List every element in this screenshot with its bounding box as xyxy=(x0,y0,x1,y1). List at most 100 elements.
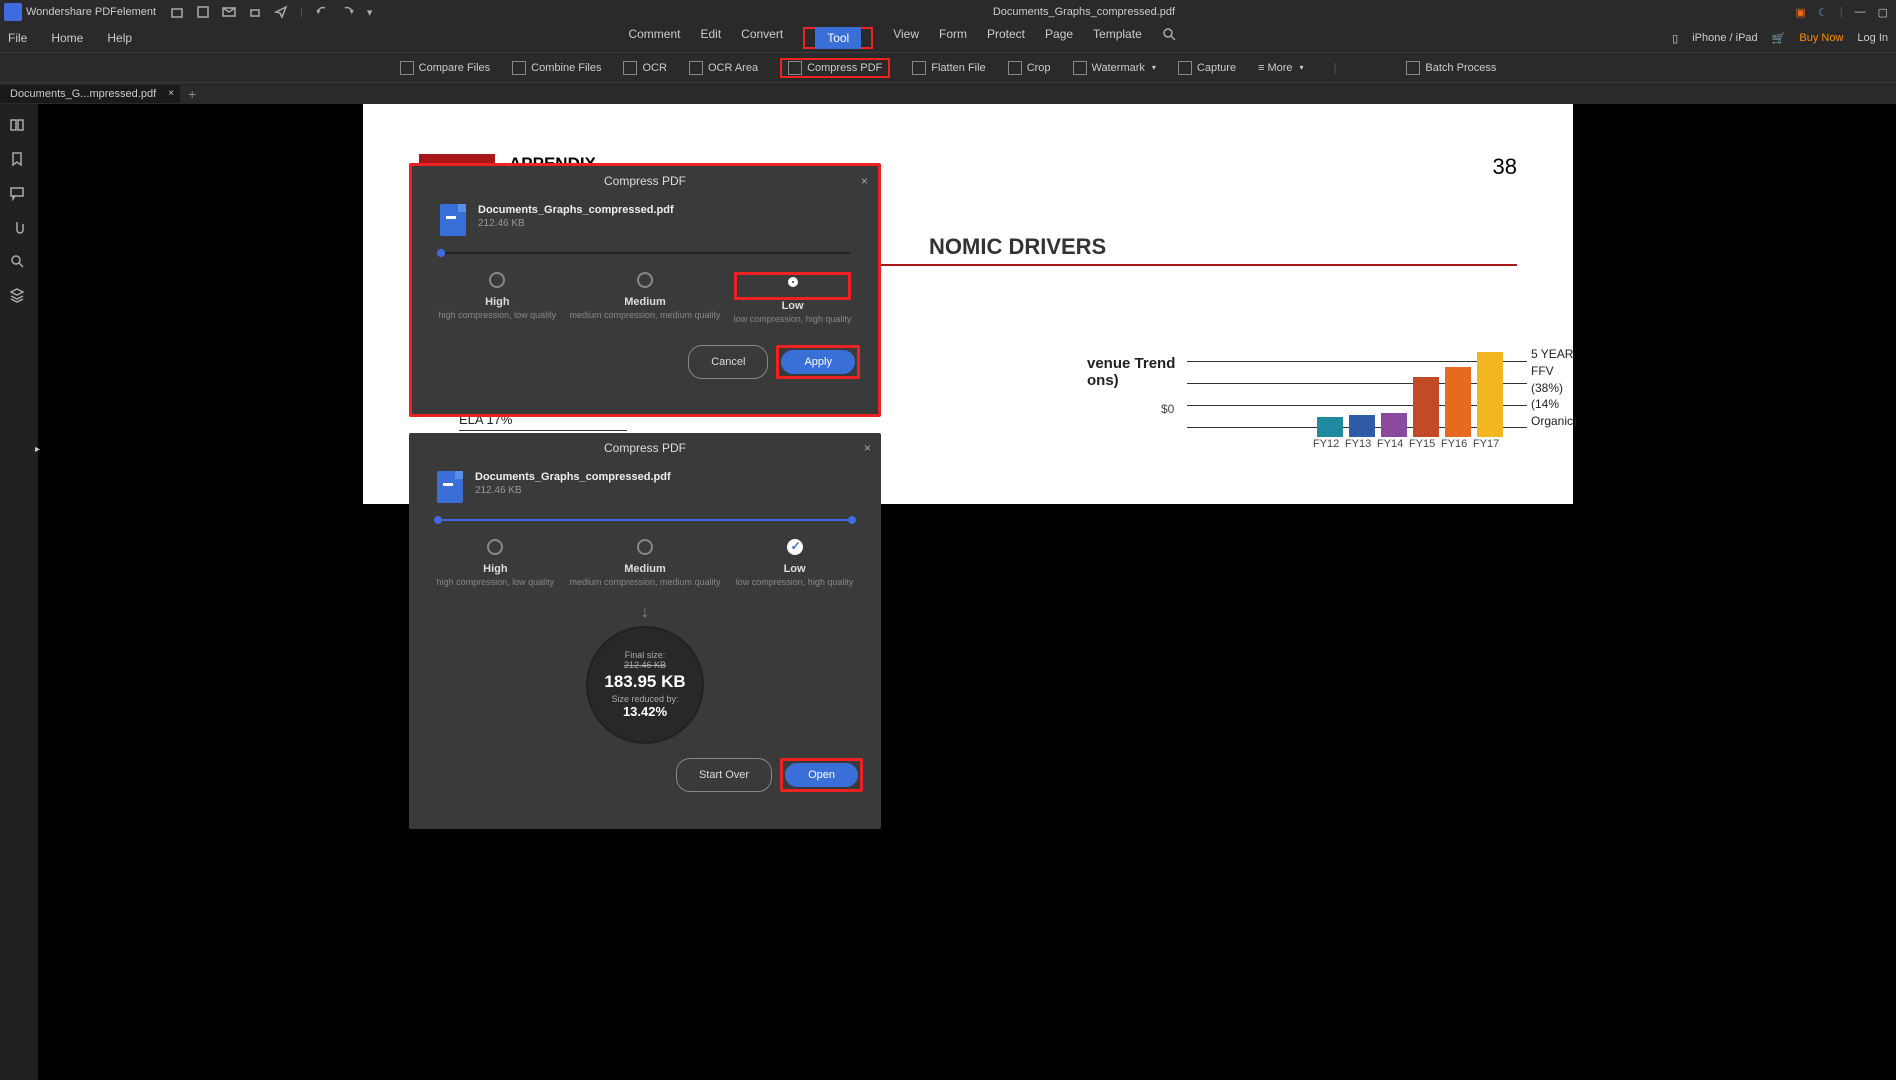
y-axis-zero: $0 xyxy=(1161,402,1174,416)
option-high[interactable]: High high compression, low quality xyxy=(437,539,555,588)
radio-icon[interactable] xyxy=(489,272,505,288)
workspace: ▸ 38 LDS APPENDIX SEGMENT OVERVI OVERVIE… xyxy=(0,104,1896,1080)
progress-bar xyxy=(437,519,853,521)
bookmark-icon[interactable] xyxy=(10,152,28,170)
menu-view[interactable]: View xyxy=(893,27,919,49)
result-circle: Final size: 212.46 KB 183.95 KB Size red… xyxy=(586,626,704,744)
menu-edit[interactable]: Edit xyxy=(700,27,721,49)
option-high[interactable]: High high compression, low quality xyxy=(439,272,557,325)
menu-form[interactable]: Form xyxy=(939,27,967,49)
chart-bars xyxy=(1317,352,1503,437)
new-tab-button[interactable]: + xyxy=(188,86,196,102)
tool-ocr[interactable]: OCR xyxy=(623,61,666,75)
dialog-filesize: 212.46 KB xyxy=(475,485,671,496)
device-label[interactable]: iPhone / iPad xyxy=(1692,32,1757,44)
redo-icon[interactable] xyxy=(341,5,355,19)
menu-convert[interactable]: Convert xyxy=(741,27,783,49)
close-icon[interactable]: × xyxy=(861,174,868,188)
radio-icon[interactable] xyxy=(487,539,503,555)
dialog-filename: Documents_Graphs_compressed.pdf xyxy=(475,471,671,483)
device-icon[interactable]: ▯ xyxy=(1672,32,1678,45)
tool-more[interactable]: ≡More▾ xyxy=(1258,62,1304,74)
option-low[interactable]: Low low compression, high quality xyxy=(736,539,854,588)
folder-icon[interactable] xyxy=(170,5,184,19)
compress-dialog-after: Compress PDF × Documents_Graphs_compress… xyxy=(409,433,881,829)
search-icon[interactable] xyxy=(1162,27,1176,41)
tool-ocr-area[interactable]: OCR Area xyxy=(689,61,758,75)
cancel-button[interactable]: Cancel xyxy=(688,345,768,379)
dialog-filename: Documents_Graphs_compressed.pdf xyxy=(478,204,674,216)
maximize-icon[interactable]: ▢ xyxy=(1878,6,1888,19)
menu-template[interactable]: Template xyxy=(1093,27,1142,49)
print-icon[interactable] xyxy=(248,5,262,19)
option-medium[interactable]: Medium medium compression, medium qualit… xyxy=(569,539,720,588)
send-icon[interactable] xyxy=(274,5,288,19)
close-icon[interactable]: × xyxy=(864,441,871,455)
menu-help[interactable]: Help xyxy=(107,31,132,45)
menu-page[interactable]: Page xyxy=(1045,27,1073,49)
menu-file[interactable]: File xyxy=(8,31,27,45)
chart-x-label: FY12 xyxy=(1313,438,1339,450)
document-area[interactable]: 38 LDS APPENDIX SEGMENT OVERVI OVERVIEW … xyxy=(40,104,1896,1080)
moon-icon[interactable]: ☾ xyxy=(1818,6,1828,19)
compress-dialog-before: Compress PDF × Documents_Graphs_compress… xyxy=(409,163,881,417)
tool-compress-pdf[interactable]: Compress PDF xyxy=(788,61,882,75)
chart-bar xyxy=(1317,417,1343,437)
buy-now-link[interactable]: Buy Now xyxy=(1799,32,1843,44)
close-tab-icon[interactable]: × xyxy=(168,88,174,99)
menu-protect[interactable]: Protect xyxy=(987,27,1025,49)
tool-watermark[interactable]: Watermark▾ xyxy=(1073,61,1156,75)
radio-checked-icon[interactable] xyxy=(787,539,803,555)
document-tab[interactable]: Documents_G...mpressed.pdf × xyxy=(0,85,180,103)
app-logo-icon xyxy=(4,3,22,21)
tool-compare-files[interactable]: Compare Files xyxy=(400,61,491,75)
option-low[interactable]: Low low compression, high quality xyxy=(734,272,852,325)
chart-bar xyxy=(1381,413,1407,437)
radio-icon[interactable] xyxy=(637,272,653,288)
window-title: Documents_Graphs_compressed.pdf xyxy=(372,6,1795,18)
tool-combine-files[interactable]: Combine Files xyxy=(512,61,601,75)
attachment-icon[interactable] xyxy=(10,220,28,238)
mail-icon[interactable] xyxy=(222,5,236,19)
arrow-down-icon: ↓ xyxy=(409,604,881,622)
open-button[interactable]: Open xyxy=(785,763,858,787)
screenshot-icon[interactable]: ▣ xyxy=(1795,6,1805,19)
tool-flatten-file[interactable]: Flatten File xyxy=(912,61,985,75)
minimize-icon[interactable]: — xyxy=(1855,6,1866,18)
dialog-title: Compress PDF × xyxy=(412,166,878,196)
radio-selected-icon[interactable] xyxy=(788,277,798,287)
chart-bar xyxy=(1477,352,1503,437)
tool-capture[interactable]: Capture xyxy=(1178,61,1236,75)
search-panel-icon[interactable] xyxy=(10,254,28,272)
tool-batch-process[interactable]: Batch Process xyxy=(1406,61,1496,75)
pdf-file-icon xyxy=(437,471,463,503)
title-bar: Wondershare PDFelement | ▾ Documents_Gra… xyxy=(0,0,1896,24)
login-link[interactable]: Log In xyxy=(1857,32,1888,44)
chart-x-labels: FY12FY13FY14FY15FY16FY17 xyxy=(1313,438,1499,450)
cart-icon[interactable]: 🛒 xyxy=(1772,32,1786,45)
sidebar: ▸ xyxy=(0,104,38,1080)
radio-icon[interactable] xyxy=(637,539,653,555)
drivers-heading: NOMIC DRIVERS xyxy=(929,234,1517,260)
app-name: Wondershare PDFelement xyxy=(26,6,156,18)
dialog-filesize: 212.46 KB xyxy=(478,218,674,229)
menu-bar: File Home Help Comment Edit Convert Tool… xyxy=(0,24,1896,52)
chart-x-label: FY15 xyxy=(1409,438,1435,450)
menu-home[interactable]: Home xyxy=(51,31,83,45)
tool-crop[interactable]: Crop xyxy=(1008,61,1051,75)
chart-bar xyxy=(1349,415,1375,437)
start-over-button[interactable]: Start Over xyxy=(676,758,772,792)
layers-icon[interactable] xyxy=(10,288,28,306)
chart-bar xyxy=(1413,377,1439,437)
menu-comment[interactable]: Comment xyxy=(628,27,680,49)
toolbar: Compare Files Combine Files OCR OCR Area… xyxy=(0,52,1896,82)
undo-icon[interactable] xyxy=(315,5,329,19)
save-icon[interactable] xyxy=(196,5,210,19)
thumbnails-icon[interactable] xyxy=(10,118,28,136)
chart-x-label: FY16 xyxy=(1441,438,1467,450)
comment-icon[interactable] xyxy=(10,186,28,204)
option-medium[interactable]: Medium medium compression, medium qualit… xyxy=(569,272,720,325)
chart-x-label: FY13 xyxy=(1345,438,1371,450)
apply-button[interactable]: Apply xyxy=(781,350,855,374)
menu-tool[interactable]: Tool xyxy=(815,27,861,49)
